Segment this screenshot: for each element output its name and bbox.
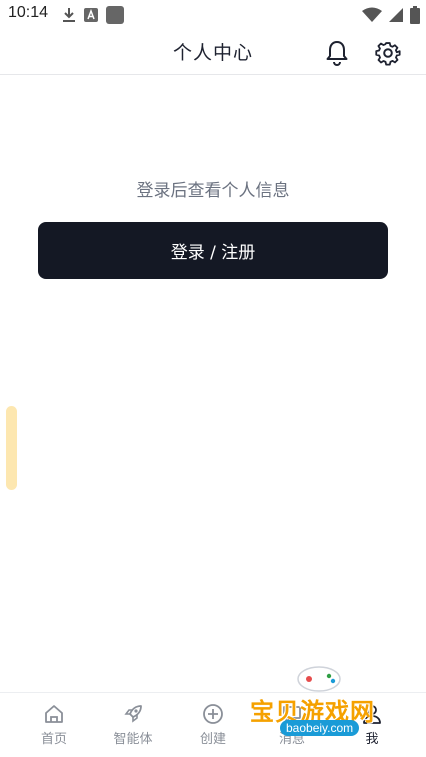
watermark-logo: 宝贝游戏网 baobeiy.com [250,664,400,754]
side-drawer-handle[interactable] [6,406,17,490]
bell-icon [326,41,348,66]
wifi-icon [362,7,382,22]
login-prompt: 登录后查看个人信息 [136,181,290,201]
status-time: 10:14 [8,4,49,21]
nav-item-agents[interactable]: 智能体 [93,703,173,747]
nav-label-agents: 智能体 [113,732,153,747]
nav-item-home[interactable]: 首页 [14,703,94,747]
square-icon [106,6,124,24]
header: 个人中心 [0,30,426,75]
nav-item-create[interactable]: 创建 [173,703,253,747]
plus-circle-icon [203,704,223,724]
notifications-button[interactable] [322,38,352,68]
watermark-url: baobeiy.com [280,720,360,736]
status-icons-left [62,6,124,24]
nav-label-create: 创建 [199,732,226,747]
rocket-icon [124,705,142,723]
status-icons-right [362,6,420,24]
login-register-button[interactable]: 登录 / 注册 [38,222,388,279]
signal-icon [389,8,403,22]
gamepad-icon [297,666,341,692]
gear-icon [375,42,401,66]
home-icon [45,705,63,723]
download-icon [63,8,75,22]
status-bar: 10:14 [0,0,426,30]
settings-button[interactable] [373,38,403,68]
page-title: 个人中心 [172,42,253,64]
font-icon [84,8,98,22]
nav-label-home: 首页 [40,732,67,747]
battery-icon [410,6,420,24]
